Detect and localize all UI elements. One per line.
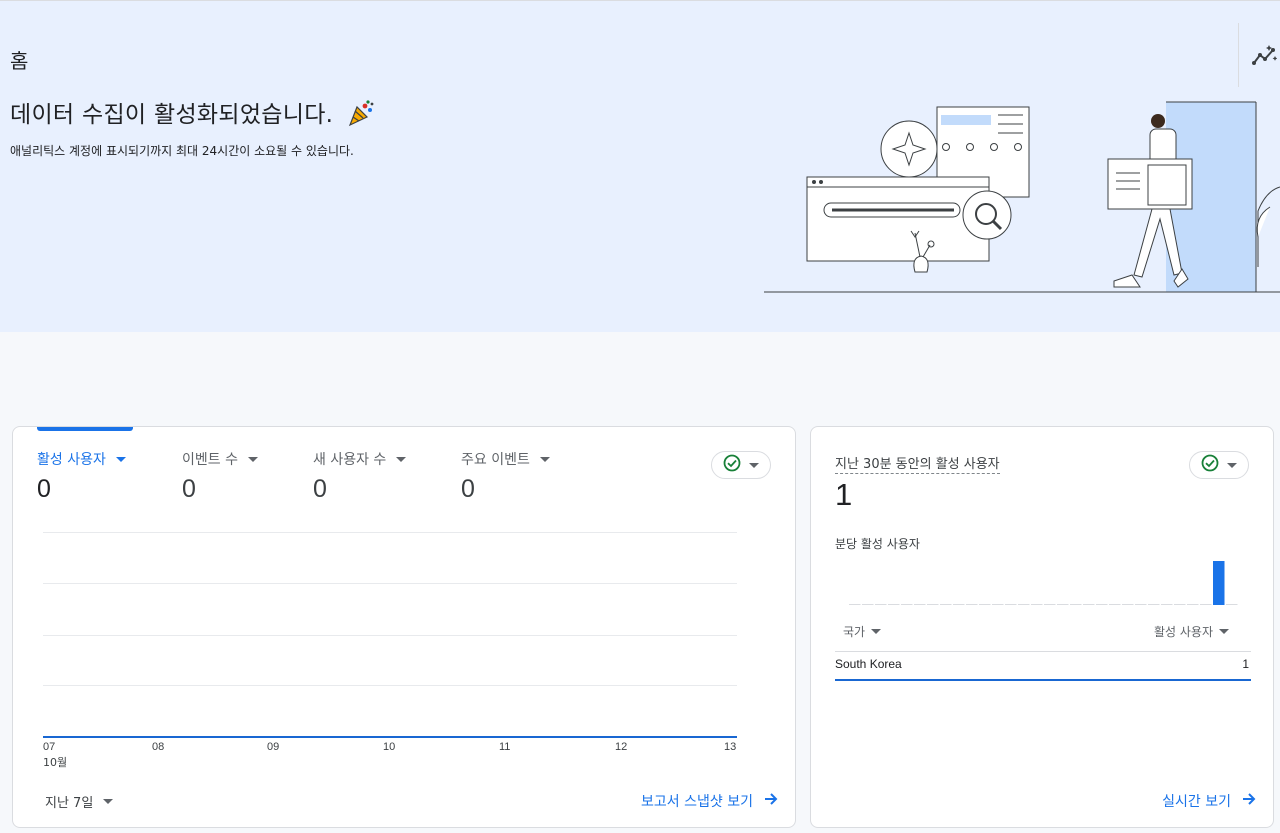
metric-value: 0 [182, 475, 196, 503]
per-minute-bar [1044, 604, 1056, 605]
chevron-down-icon [539, 456, 550, 462]
chevron-down-icon [103, 799, 114, 804]
metric-value: 0 [461, 475, 475, 503]
per-minute-bar [901, 604, 913, 605]
chevron-down-icon [115, 456, 126, 462]
metric-new-users[interactable]: 새 사용자 수 0 [313, 449, 407, 504]
hero-heading: 데이터 수집이 활성화되었습니다. [10, 95, 375, 133]
view-report-snapshot-label: 보고서 스냅샷 보기 [641, 794, 753, 810]
realtime-status-button[interactable] [1189, 451, 1249, 479]
insights-panel [1238, 23, 1280, 87]
per-minute-bar [1200, 604, 1212, 605]
column-header-active-users[interactable]: 활성 사용자 [1154, 623, 1229, 640]
overview-card: 활성 사용자 0 이벤트 수 0 새 사용자 수 0 주요 이벤트 0 07 0… [12, 426, 796, 828]
per-minute-bar [1031, 604, 1043, 605]
metric-label: 주요 이벤트 [461, 449, 550, 469]
per-minute-bar [979, 604, 991, 605]
per-minute-bar [1057, 604, 1069, 605]
chevron-down-icon [749, 462, 759, 468]
x-tick-label: 07 [43, 741, 56, 753]
date-range-label: 지난 7일 [45, 796, 94, 811]
per-minute-bar [875, 604, 887, 605]
column-header-country[interactable]: 국가 [843, 623, 882, 640]
per-minute-bar [1109, 604, 1121, 605]
per-minute-bar [1070, 604, 1082, 605]
metric-label: 새 사용자 수 [313, 449, 407, 469]
x-tick-label: 09 [267, 741, 280, 753]
arrow-right-icon [1241, 791, 1257, 811]
per-minute-bar [1096, 604, 1108, 605]
chevron-down-icon [871, 629, 882, 634]
x-tick-label: 13 [724, 741, 737, 753]
chevron-down-icon [1227, 462, 1237, 468]
metric-label: 이벤트 수 [182, 449, 258, 469]
active-tab-indicator [37, 427, 133, 431]
per-minute-bar [1005, 604, 1017, 605]
table-row-value: 1 [1242, 657, 1249, 671]
x-tick-label: 10 [383, 741, 396, 753]
metric-value: 0 [313, 475, 327, 503]
per-minute-bar [940, 604, 952, 605]
per-minute-bar [1187, 604, 1199, 605]
page-title: 홈 [10, 49, 29, 73]
metric-active-users[interactable]: 활성 사용자 0 [37, 449, 126, 504]
per-minute-bar [966, 604, 978, 605]
per-minute-bar [1213, 561, 1225, 605]
per-minute-bar [914, 604, 926, 605]
chart-gridline [43, 685, 737, 686]
arrow-right-icon [763, 791, 779, 811]
per-minute-bar [1148, 604, 1160, 605]
table-divider [835, 651, 1251, 652]
hero-heading-text: 데이터 수집이 활성화되었습니다. [10, 102, 334, 128]
realtime-value: 1 [835, 477, 853, 512]
realtime-subtitle: 분당 활성 사용자 [835, 537, 920, 551]
metric-key-events[interactable]: 주요 이벤트 0 [461, 449, 550, 504]
per-minute-bar [1226, 604, 1238, 605]
metric-event-count[interactable]: 이벤트 수 0 [182, 449, 258, 504]
per-minute-bar-chart [849, 561, 1238, 605]
party-popper-icon [347, 99, 375, 133]
hero-banner: 홈 데이터 수집이 활성화되었습니다. 애널리틱스 계정에 표시되기까지 최대 … [0, 0, 1280, 332]
x-tick-label: 11 [499, 741, 511, 753]
per-minute-bar [927, 604, 939, 605]
chart-gridline [43, 532, 737, 533]
per-minute-bar [1122, 604, 1134, 605]
per-minute-bar [888, 604, 900, 605]
data-status-button[interactable] [711, 451, 771, 479]
metric-value: 0 [37, 475, 51, 503]
per-minute-bar [1018, 604, 1030, 605]
per-minute-bar [1135, 604, 1147, 605]
realtime-card: 지난 30분 동안의 활성 사용자 1 분당 활성 사용자 국가 활성 사용자 … [810, 426, 1274, 828]
x-tick-label: 12 [615, 741, 628, 753]
per-minute-bar [992, 604, 1004, 605]
check-circle-icon [1201, 454, 1219, 476]
per-minute-bar [1161, 604, 1173, 605]
hero-subtext: 애널리틱스 계정에 표시되기까지 최대 24시간이 소요될 수 있습니다. [10, 144, 354, 158]
per-minute-bar [1174, 604, 1186, 605]
per-minute-bar [849, 604, 861, 605]
chevron-down-icon [247, 456, 258, 462]
check-circle-icon [723, 454, 741, 476]
per-minute-bar [1083, 604, 1095, 605]
x-tick-label: 08 [152, 741, 165, 753]
chart-gridline [43, 635, 737, 636]
chevron-down-icon [396, 456, 407, 462]
per-minute-bar [953, 604, 965, 605]
date-range-select[interactable]: 지난 7일 [45, 792, 114, 811]
chevron-down-icon [1219, 629, 1229, 634]
insights-icon[interactable] [1251, 43, 1278, 69]
table-row-country: South Korea [835, 657, 902, 671]
hero-illustration [764, 101, 1280, 293]
realtime-title[interactable]: 지난 30분 동안의 활성 사용자 [835, 453, 1000, 474]
view-realtime-link[interactable]: 실시간 보기 [1162, 791, 1257, 811]
table-row-bar [835, 679, 1251, 681]
view-realtime-label: 실시간 보기 [1162, 794, 1231, 810]
metric-label: 활성 사용자 [37, 449, 126, 469]
per-minute-bar [862, 604, 874, 605]
chart-gridline [43, 583, 737, 584]
series-line-active-users [43, 736, 737, 738]
x-month-label: 10월 [43, 756, 68, 769]
view-report-snapshot-link[interactable]: 보고서 스냅샷 보기 [641, 791, 779, 811]
